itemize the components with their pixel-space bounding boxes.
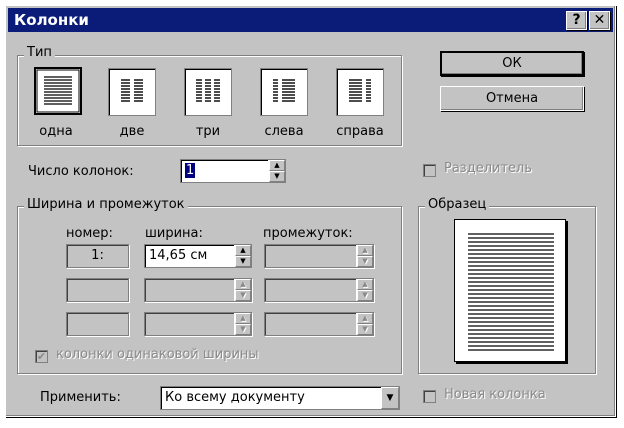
cancel-button[interactable]: Отмена	[440, 86, 584, 111]
apply-select[interactable]: Ко всему документу ▼	[160, 386, 400, 410]
col-width-value[interactable]: 14,65 см	[149, 248, 207, 263]
new-column-checkbox[interactable]	[423, 390, 436, 403]
spin-up-icon[interactable]: ▲	[357, 279, 373, 290]
spin-up-icon[interactable]: ▲	[269, 160, 285, 171]
three-columns-icon	[196, 79, 220, 102]
dialog-title: Колонки	[14, 11, 89, 29]
col-spacing-field[interactable]: ▲ ▼	[264, 278, 374, 302]
equal-width-checkbox[interactable]: ✔	[35, 350, 48, 363]
preset-three[interactable]	[184, 68, 232, 116]
col-spacing-spin[interactable]: ▲ ▼	[356, 279, 373, 301]
col-number-header: номер:	[66, 226, 113, 241]
chevron-down-icon[interactable]: ▼	[381, 387, 399, 409]
ok-button[interactable]: ОК	[440, 51, 584, 76]
col-width-spin[interactable]: ▲ ▼	[234, 279, 251, 301]
preset-two-label[interactable]: две	[97, 124, 167, 139]
col-number-cell	[66, 312, 129, 336]
one-column-icon	[36, 69, 80, 113]
spin-down-icon[interactable]: ▼	[357, 256, 373, 267]
right-column-icon	[349, 79, 371, 102]
close-button[interactable]: ✕	[589, 11, 610, 30]
col-width-field[interactable]: ▲ ▼	[144, 278, 252, 302]
title-bar: Колонки	[8, 8, 613, 32]
separator-checkbox[interactable]	[423, 164, 436, 177]
spin-down-icon[interactable]: ▼	[235, 256, 251, 267]
preview-label: Образец	[425, 197, 490, 213]
left-column-icon	[273, 79, 295, 102]
col-spacing-spin[interactable]: ▲ ▼	[356, 313, 373, 335]
col-spacing-spin[interactable]: ▲ ▼	[356, 245, 373, 267]
width-spacing-label: Ширина и промежуток	[24, 197, 188, 213]
col-spacing-header: промежуток:	[263, 226, 353, 241]
col-width-header: ширина:	[145, 226, 203, 241]
preset-three-label[interactable]: три	[173, 124, 243, 139]
spin-down-icon[interactable]: ▼	[357, 324, 373, 335]
spin-up-icon[interactable]: ▲	[357, 245, 373, 256]
spin-down-icon[interactable]: ▼	[235, 290, 251, 301]
preview-text-lines	[468, 233, 554, 351]
num-columns-label: Число колонок:	[28, 164, 134, 179]
col-width-spin[interactable]: ▲ ▼	[234, 245, 251, 267]
apply-value[interactable]: Ко всему документу	[165, 390, 305, 405]
num-columns-value[interactable]: 1	[185, 163, 196, 178]
col-width-field[interactable]: 14,65 см ▲ ▼	[144, 244, 252, 268]
col-width-field[interactable]: ▲ ▼	[144, 312, 252, 336]
help-button[interactable]: ?	[566, 11, 587, 30]
spin-up-icon[interactable]: ▲	[235, 245, 251, 256]
preset-right-label[interactable]: справа	[325, 124, 395, 139]
preset-left[interactable]	[260, 68, 308, 116]
preset-left-label[interactable]: слева	[249, 124, 319, 139]
preset-one[interactable]	[34, 67, 82, 115]
col-spacing-field[interactable]: ▲ ▼	[264, 312, 374, 336]
type-group-label: Тип	[24, 45, 55, 61]
preset-right[interactable]	[336, 68, 384, 116]
two-columns-icon	[121, 79, 143, 102]
num-columns-stepper[interactable]: 1 ▲ ▼	[180, 159, 286, 183]
separator-label: Разделитель	[444, 161, 533, 176]
spin-up-icon[interactable]: ▲	[235, 279, 251, 290]
new-column-label: Новая колонка	[444, 387, 546, 402]
col-number-cell	[66, 278, 129, 302]
spin-down-icon[interactable]: ▼	[235, 324, 251, 335]
preset-one-label[interactable]: одна	[21, 124, 91, 139]
spin-up-icon[interactable]: ▲	[357, 313, 373, 324]
apply-label: Применить:	[40, 390, 121, 405]
preview-page	[454, 219, 566, 362]
preset-two[interactable]	[108, 68, 156, 116]
col-number-cell: 1:	[66, 244, 129, 268]
equal-width-label: колонки одинаковой ширины	[56, 347, 259, 362]
spin-up-icon[interactable]: ▲	[235, 313, 251, 324]
num-columns-spin[interactable]: ▲ ▼	[268, 160, 285, 182]
col-width-spin[interactable]: ▲ ▼	[234, 313, 251, 335]
spin-down-icon[interactable]: ▼	[357, 290, 373, 301]
spin-down-icon[interactable]: ▼	[269, 171, 285, 182]
col-spacing-field[interactable]: ▲ ▼	[264, 244, 374, 268]
